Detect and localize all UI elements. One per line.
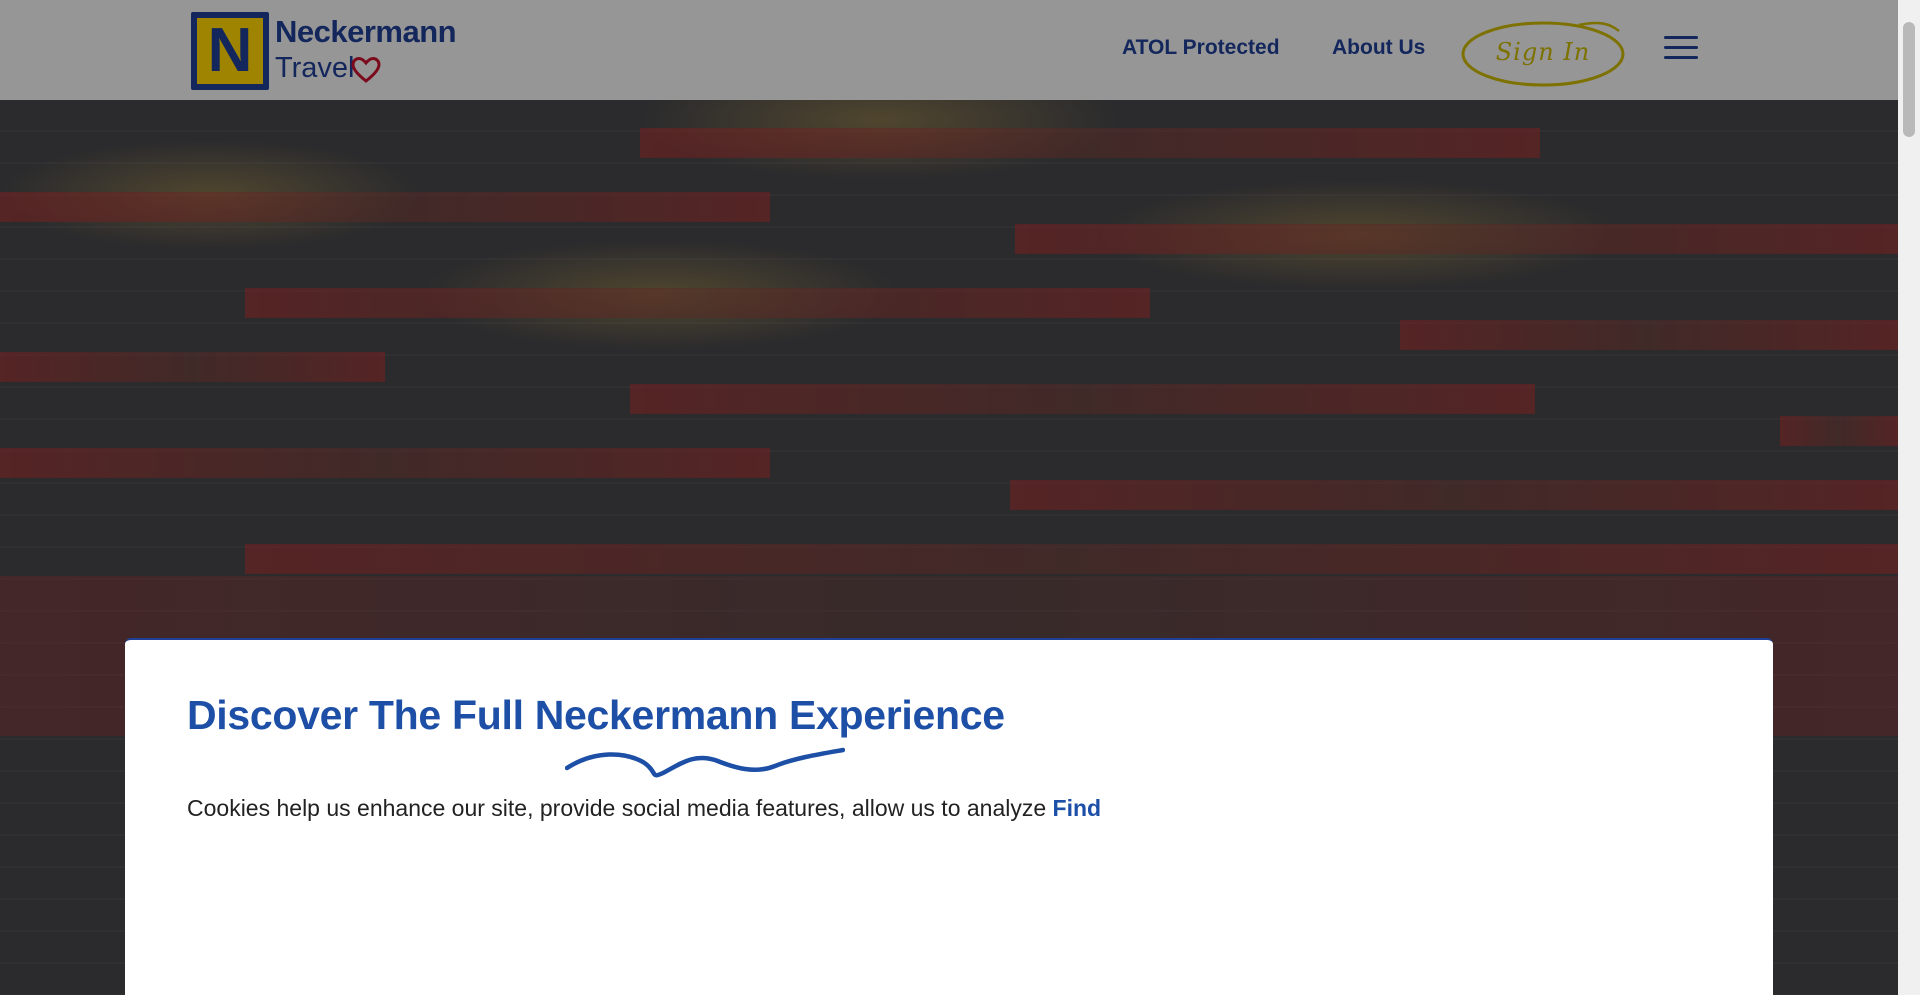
sign-in-label: Sign In	[1495, 38, 1591, 66]
logo-letter: N	[207, 16, 253, 85]
logo-sub: Travel	[275, 52, 355, 84]
cookie-dialog: Discover The Full Neckermann Experience …	[125, 638, 1773, 995]
menu-icon[interactable]	[1664, 36, 1698, 60]
logo-name: Neckermann	[275, 14, 457, 49]
hero-band	[1780, 416, 1898, 446]
hero-band	[245, 544, 1898, 574]
cookie-find-out-more-link[interactable]: Find	[1053, 795, 1102, 821]
nav-atol-protected[interactable]: ATOL Protected	[1122, 36, 1280, 60]
cookie-dialog-text: Cookies help us enhance our site, provid…	[187, 792, 1687, 825]
page-scrollbar[interactable]	[1898, 0, 1920, 995]
cookie-dialog-title: Discover The Full Neckermann Experience	[187, 692, 1005, 738]
hero-band	[1015, 224, 1898, 254]
hero-band	[1400, 320, 1898, 350]
site-logo[interactable]: N Neckermann Travel	[191, 12, 457, 90]
cookie-dialog-body: Cookies help us enhance our site, provid…	[187, 795, 1047, 821]
hero-band	[0, 448, 770, 478]
hero-band	[640, 128, 1540, 158]
nav-about-us[interactable]: About Us	[1332, 36, 1425, 60]
hero-band	[245, 288, 1150, 318]
scrollbar-thumb[interactable]	[1903, 22, 1915, 137]
hero-band	[630, 384, 1535, 414]
hero-band	[1010, 480, 1898, 510]
hero-band	[0, 192, 770, 222]
site-header: N Neckermann Travel ATOL Protected About…	[0, 0, 1898, 100]
sign-in-button[interactable]: Sign In	[1459, 17, 1627, 87]
heart-icon	[351, 56, 381, 83]
title-swoosh	[565, 747, 845, 778]
hero-band	[0, 352, 385, 382]
